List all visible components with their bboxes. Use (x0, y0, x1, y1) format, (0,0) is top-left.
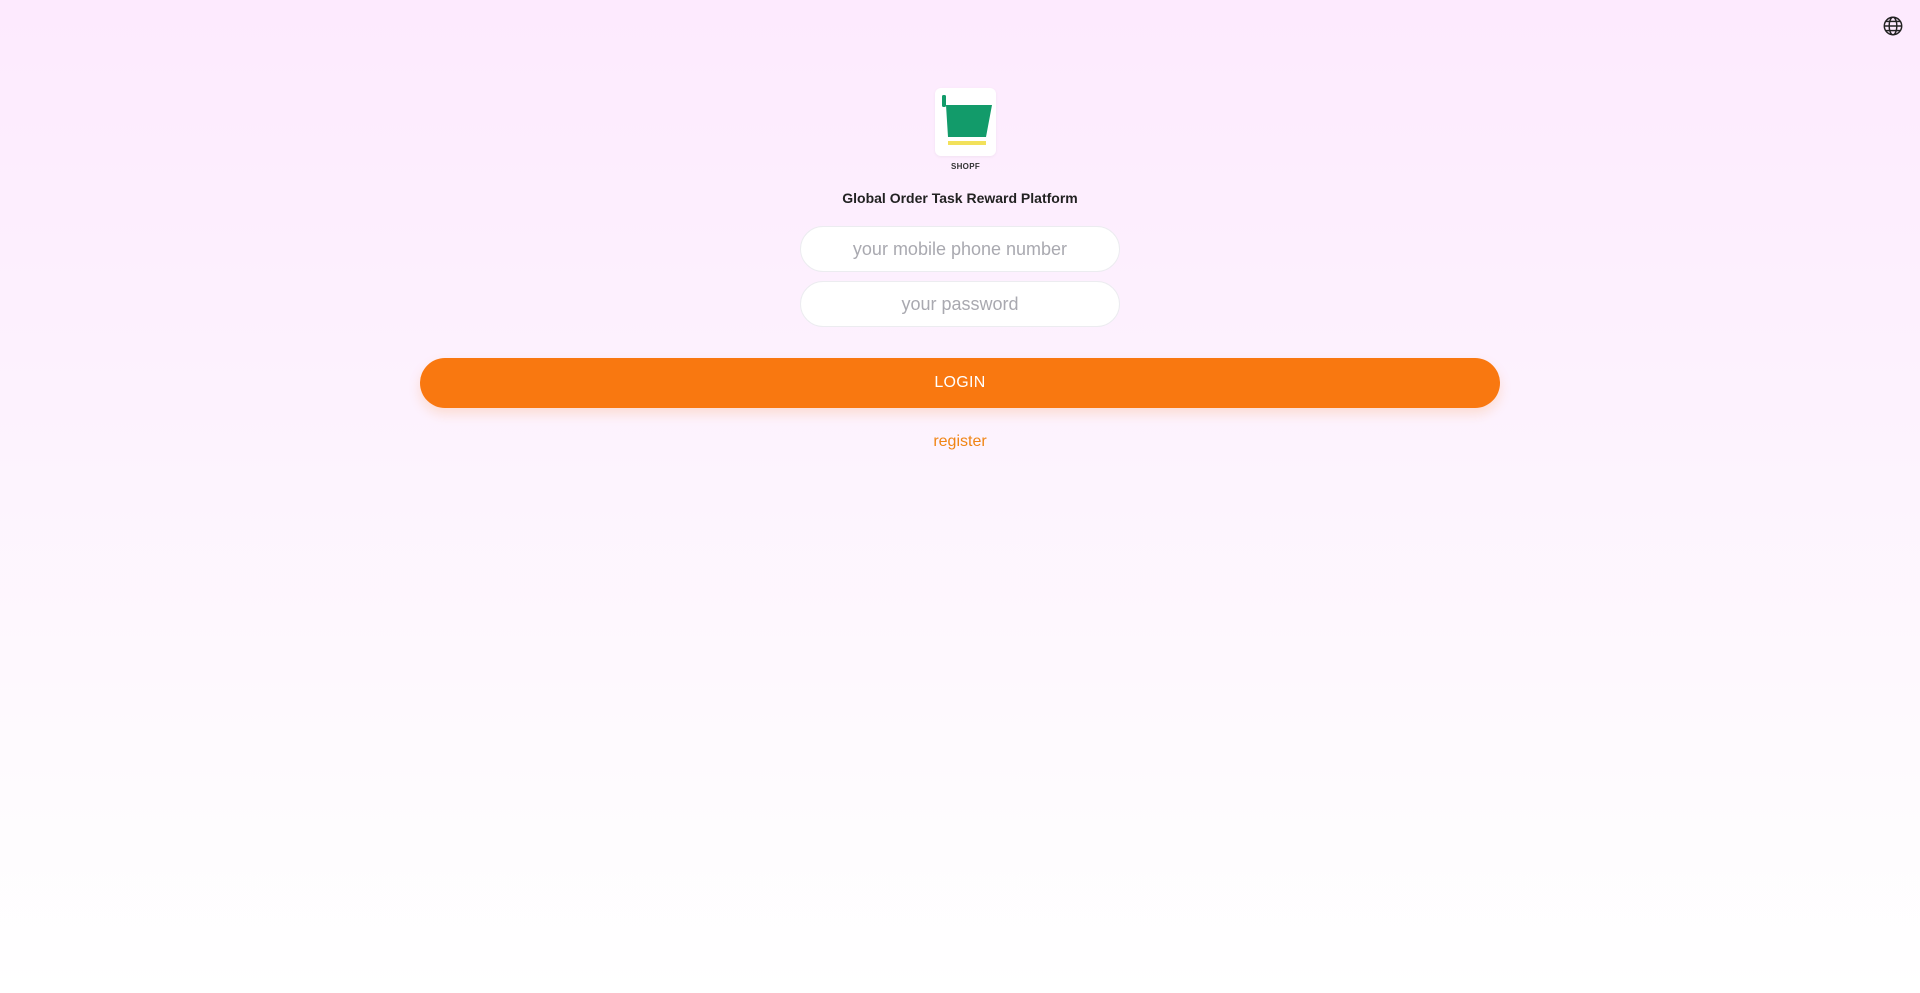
register-link[interactable]: register (0, 433, 1920, 451)
brand-logo: SHOPF (935, 88, 996, 178)
globe-icon (1883, 16, 1903, 36)
platform-title: Global Order Task Reward Platform (842, 190, 1078, 206)
logo-tile (935, 88, 996, 156)
shopping-cart-logo-icon (941, 95, 992, 145)
brand-name: SHOPF (950, 162, 981, 171)
login-button[interactable]: LOGIN (420, 358, 1500, 408)
password-field (800, 281, 1120, 327)
phone-input[interactable] (801, 227, 1119, 271)
phone-field (800, 226, 1120, 272)
language-button[interactable] (1881, 14, 1905, 38)
password-input[interactable] (801, 282, 1119, 326)
